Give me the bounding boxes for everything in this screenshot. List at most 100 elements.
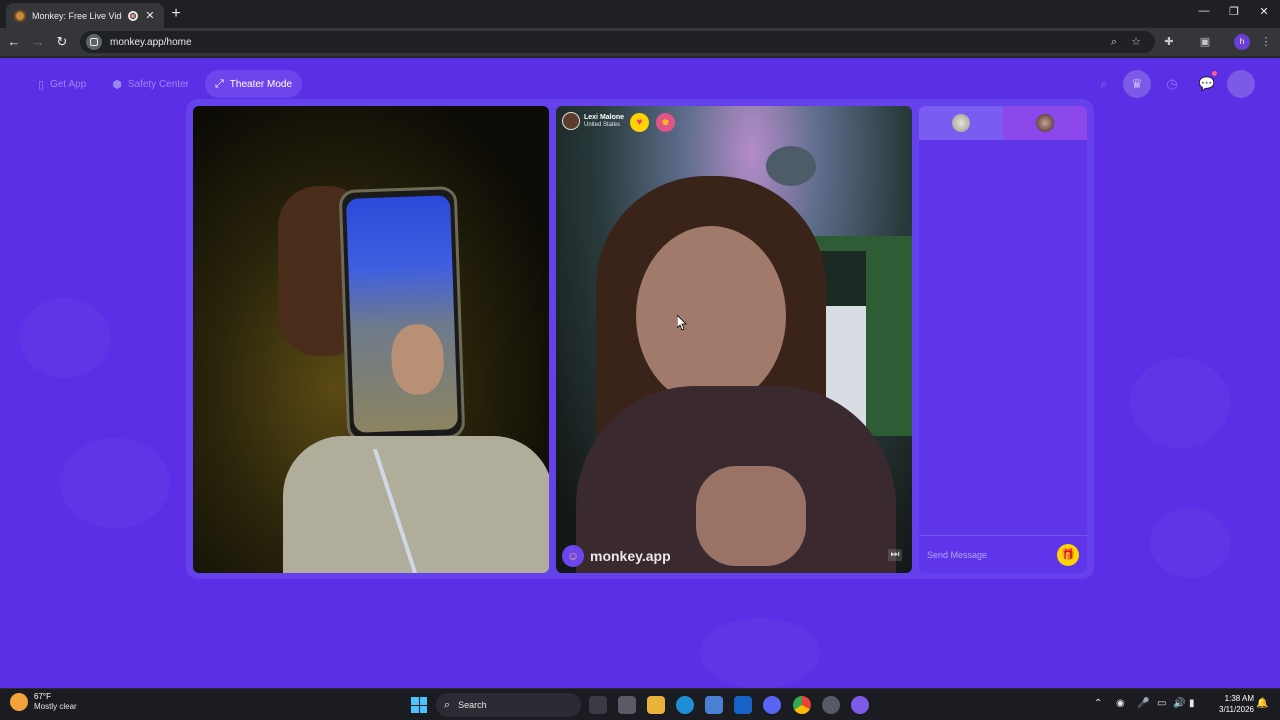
crown-icon[interactable]: ♛ [1123, 70, 1151, 98]
message-placeholder[interactable]: Send Message [927, 550, 1057, 560]
weather-widget[interactable]: 67°F Mostly clear [10, 692, 77, 712]
tray-chevron-icon[interactable]: ⌃ [1094, 698, 1102, 709]
remote-user-avatar [1036, 114, 1054, 132]
task-view-icon[interactable] [589, 696, 607, 714]
app-icon[interactable] [851, 696, 869, 714]
tray-app-icon[interactable]: ◉ [1116, 698, 1125, 709]
background-blob [1150, 508, 1230, 578]
user-avatar[interactable] [1227, 70, 1255, 98]
remote-user-name: Lexi Malone [584, 113, 625, 121]
remote-user-tag[interactable]: Lexi Malone United States [562, 112, 624, 130]
reload-icon[interactable]: ↻ [54, 34, 70, 50]
address-bar[interactable]: monkey.app/home [80, 31, 1155, 53]
ceiling-fan-shape [766, 146, 816, 186]
clock-time: 1:38 AM [1224, 694, 1254, 703]
discord-icon[interactable] [763, 696, 781, 714]
heart-icon[interactable]: ♥ [630, 113, 649, 132]
message-input[interactable]: Send Message 🎁 [919, 535, 1087, 573]
tab-remote-user[interactable] [1003, 106, 1087, 140]
menu-icon[interactable]: ⋮ [1259, 35, 1273, 49]
face-shape [636, 226, 786, 406]
phone-icon: ▯ [38, 78, 45, 91]
top-nav: ▯ Get App ⬢ Safety Center ⤢ Theater Mode [28, 70, 303, 98]
taskbar-search[interactable]: ⌕ Search [436, 693, 581, 717]
start-tile [419, 705, 427, 713]
start-tile [411, 705, 419, 713]
sidepanel-icon[interactable]: ▣ [1198, 35, 1212, 49]
search-icon[interactable]: ⌕ [1090, 70, 1118, 98]
theater-mode-button[interactable]: ⤢ Theater Mode [204, 70, 303, 98]
shield-icon: ⬢ [112, 78, 122, 91]
phone-in-video [338, 186, 466, 442]
notification-dot [1212, 71, 1217, 76]
search-label: Search [458, 700, 487, 710]
get-app-label: Get App [50, 78, 87, 90]
watermark: ☺ monkey.app [562, 545, 671, 567]
background-blob [700, 618, 820, 688]
tab-local-user[interactable] [919, 106, 1003, 140]
tab-close-icon[interactable]: ✕ [144, 9, 156, 22]
site-info-icon[interactable] [86, 34, 102, 50]
chat-icon[interactable]: 💬 [1193, 70, 1221, 98]
gift-button[interactable]: 🎁 [1057, 543, 1079, 566]
volume-icon[interactable]: 🔊 [1173, 698, 1185, 709]
extensions-icon[interactable]: ✚ [1162, 35, 1176, 49]
star-icon[interactable]: ☆ [1129, 35, 1143, 49]
chat-tabs [919, 106, 1087, 140]
weather-temp: 67°F [34, 692, 51, 701]
new-tab-button[interactable]: + [168, 5, 184, 23]
weather-text: 67°F Mostly clear [34, 692, 77, 712]
remote-user-country: United States [584, 121, 621, 128]
chat-panel: Send Message 🎁 [919, 106, 1087, 573]
monkey-logo-icon: ☺ [562, 545, 584, 567]
battery-icon[interactable]: ▮ [1189, 698, 1195, 709]
chrome-icon[interactable] [793, 696, 811, 714]
taskbar: 67°F Mostly clear ⌕ Search ⌃ ◉ 🎤 ▭ 🔊 ▮ 1… [0, 688, 1280, 720]
remote-video: Lexi Malone United States ♥ ♚ ☺ monkey.a… [556, 106, 912, 573]
safety-center-label: Safety Center [127, 78, 189, 90]
profile-avatar[interactable]: h [1234, 34, 1250, 50]
local-video [193, 106, 549, 573]
recording-icon [128, 10, 138, 21]
start-button[interactable] [411, 697, 427, 713]
browser-toolbar: ← → ↻ monkey.app/home ⌕ ☆ ✚ ▣ h ⋮ [0, 28, 1280, 57]
skip-icon[interactable]: ⏭ [888, 549, 902, 561]
start-tile [419, 697, 427, 705]
top-right-icons: ⌕ ♛ ◷ 💬 [1090, 70, 1260, 98]
file-explorer-icon[interactable] [647, 696, 665, 714]
edge-icon[interactable] [676, 696, 694, 714]
weather-icon [10, 693, 28, 711]
theater-mode-label: Theater Mode [229, 78, 293, 90]
forward-arrow-icon[interactable]: → [30, 34, 46, 50]
weather-desc: Mostly clear [34, 702, 77, 711]
expand-icon: ⤢ [214, 77, 224, 90]
background-blob [1130, 358, 1230, 448]
background-blob [20, 298, 110, 378]
monkey-favicon-icon [14, 9, 26, 22]
restore-button[interactable]: ❐ [1226, 5, 1242, 18]
back-arrow-icon[interactable]: ← [6, 34, 22, 50]
obs-icon[interactable] [822, 696, 840, 714]
network-icon[interactable]: ▭ [1157, 698, 1166, 709]
store-icon[interactable] [705, 696, 723, 714]
browser-tab[interactable]: Monkey: Free Live Video Chat ✕ [6, 3, 164, 28]
remote-user-avatar [562, 112, 580, 130]
start-tile [411, 697, 419, 705]
minimize-button[interactable]: — [1196, 5, 1212, 17]
watermark-text: monkey.app [590, 548, 671, 564]
editor-icon[interactable] [734, 696, 752, 714]
history-icon[interactable]: ◷ [1158, 70, 1186, 98]
zoom-icon[interactable]: ⌕ [1107, 35, 1121, 49]
microphone-icon[interactable]: 🎤 [1137, 698, 1149, 709]
gift-icon[interactable]: ♚ [656, 113, 675, 132]
notification-icon[interactable]: 🔔 [1256, 698, 1268, 709]
hands-shape [696, 466, 806, 566]
system-clock[interactable]: 1:38 AM 3/11/2026 [1206, 693, 1254, 715]
close-window-button[interactable]: ✕ [1256, 5, 1272, 18]
settings-icon[interactable] [618, 696, 636, 714]
search-icon: ⌕ [444, 698, 451, 711]
url-text[interactable]: monkey.app/home [110, 37, 192, 48]
face-shape [390, 323, 445, 396]
safety-center-button[interactable]: ⬢ Safety Center [102, 70, 199, 98]
get-app-button[interactable]: ▯ Get App [28, 70, 96, 98]
